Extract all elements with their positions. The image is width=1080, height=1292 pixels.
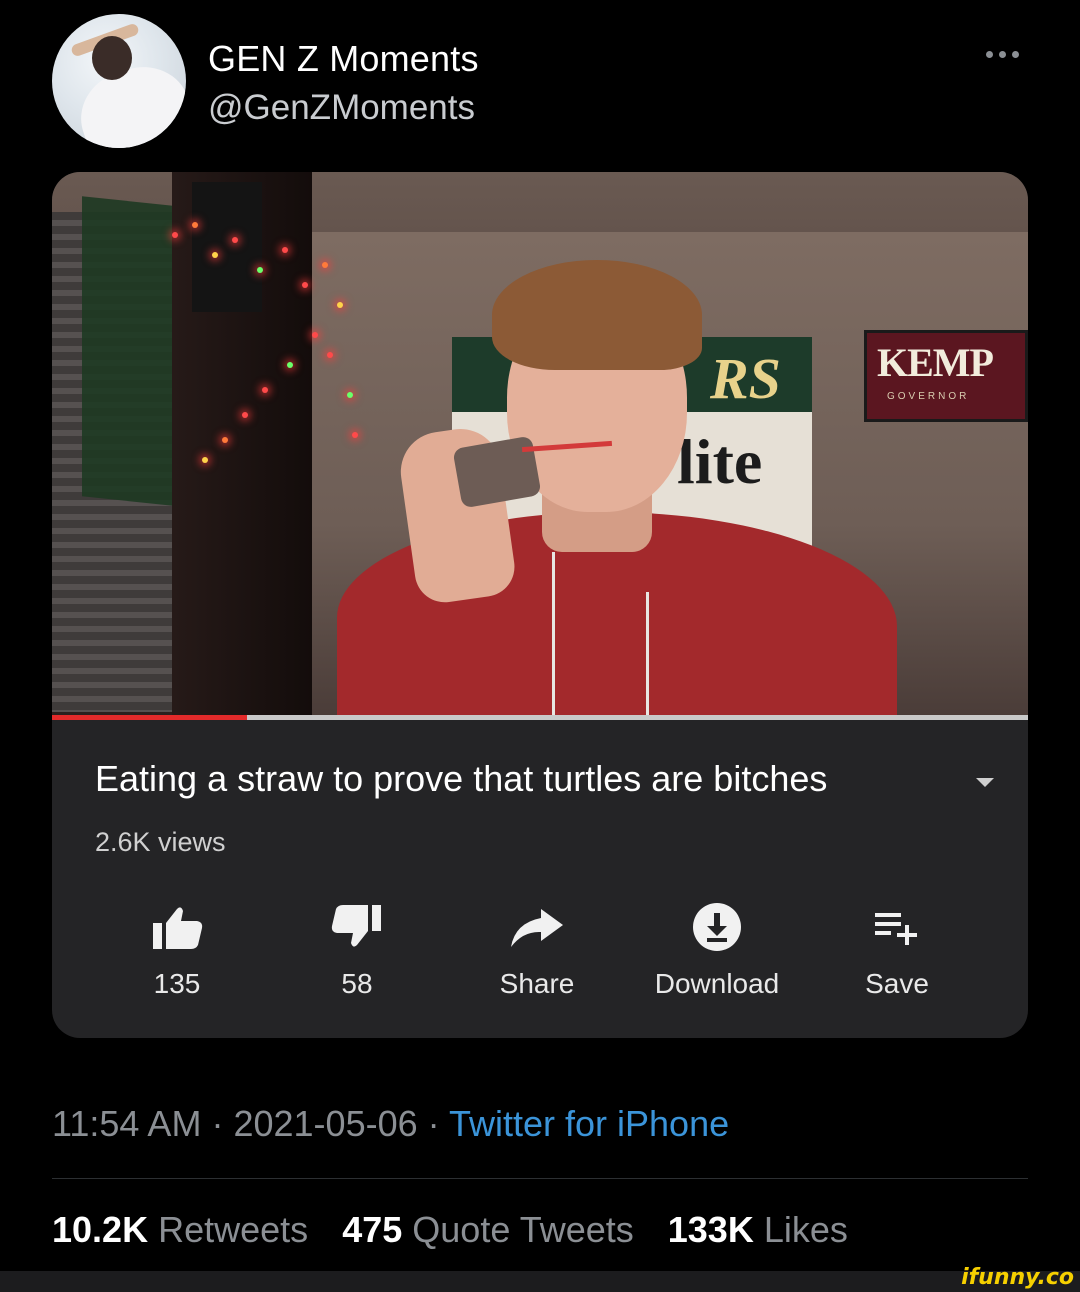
campaign-sign-name: KEMP — [877, 340, 994, 385]
like-count: 135 — [153, 968, 201, 999]
share-label: Share — [499, 968, 575, 999]
string-lights — [162, 212, 362, 472]
separator: · — [427, 1103, 440, 1144]
retweets-count: 10.2K — [52, 1209, 149, 1250]
string-light-bulb — [312, 332, 318, 338]
string-light-bulb — [232, 237, 238, 243]
string-light-bulb — [192, 222, 198, 228]
tweet-source-link[interactable]: Twitter for iPhone — [449, 1103, 729, 1144]
likes-count: 133K — [667, 1209, 754, 1250]
dislike-button[interactable]: 58 — [267, 892, 447, 1012]
ifunny-watermark: ifunny.co — [961, 1265, 1074, 1290]
avatar-figure-head — [92, 36, 132, 80]
poster-text-bottom: lite — [677, 426, 763, 497]
string-light-bulb — [337, 302, 343, 308]
string-light-bulb — [327, 352, 333, 358]
tweet-stats: 10.2K Retweets 475 Quote Tweets 133K Lik… — [52, 1209, 872, 1251]
retweets-stat[interactable]: 10.2K Retweets — [52, 1209, 308, 1250]
tweet-time[interactable]: 11:54 AM — [52, 1103, 201, 1144]
quote-tweets-count: 475 — [342, 1209, 403, 1250]
poster-text-top: RS — [710, 346, 781, 411]
video-actions: 135 58 Share Download Save — [87, 892, 987, 1012]
likes-label: Likes — [763, 1209, 848, 1250]
save-label: Save — [865, 968, 929, 999]
tweet-header: GEN Z Moments @GenZMoments — [0, 0, 1080, 165]
string-light-bulb — [172, 232, 178, 238]
download-icon — [693, 903, 741, 951]
string-light-bulb — [202, 457, 208, 463]
string-light-bulb — [262, 387, 268, 393]
share-icon — [511, 909, 563, 947]
media-card: RS lite KEMP GOVERNOR Eating a straw to … — [52, 172, 1028, 1038]
string-light-bulb — [257, 267, 263, 273]
string-light-bulb — [302, 282, 308, 288]
string-light-bulb — [287, 362, 293, 368]
string-light-bulb — [212, 252, 218, 258]
chevron-down-icon[interactable] — [974, 775, 996, 789]
more-horizontal-icon[interactable] — [982, 44, 1022, 64]
string-light-bulb — [347, 392, 353, 398]
playlist-add-icon — [875, 913, 917, 945]
download-label: Download — [654, 968, 780, 999]
avatar[interactable] — [52, 14, 186, 148]
like-button[interactable]: 135 — [87, 892, 267, 1012]
hoodie-string-right — [646, 592, 649, 718]
tweet-date[interactable]: 2021-05-06 — [233, 1103, 417, 1144]
separator: · — [211, 1103, 224, 1144]
download-button[interactable]: Download — [627, 892, 807, 1012]
share-button[interactable]: Share — [447, 892, 627, 1012]
view-count: 2.6K views — [95, 827, 226, 857]
string-light-bulb — [352, 432, 358, 438]
string-light-bulb — [242, 412, 248, 418]
save-button[interactable]: Save — [807, 892, 987, 1012]
retweets-label: Retweets — [158, 1209, 309, 1250]
string-light-bulb — [222, 437, 228, 443]
watermark-bar — [0, 1271, 1080, 1292]
string-light-bulb — [282, 247, 288, 253]
video-thumbnail[interactable]: RS lite KEMP GOVERNOR — [52, 172, 1028, 718]
display-name[interactable]: GEN Z Moments — [208, 38, 479, 80]
thumbs-down-icon — [331, 905, 381, 947]
campaign-sign-subtitle: GOVERNOR — [887, 391, 970, 402]
user-handle[interactable]: @GenZMoments — [208, 88, 475, 128]
dislike-count: 58 — [341, 968, 373, 999]
quote-tweets-label: Quote Tweets — [412, 1209, 634, 1250]
tweet-timestamp: 11:54 AM · 2021-05-06 · Twitter for iPho… — [52, 1103, 729, 1145]
video-progress-fill — [52, 715, 248, 720]
thumbs-up-icon — [153, 907, 203, 949]
hoodie-string-left — [552, 552, 555, 718]
quote-tweets-stat[interactable]: 475 Quote Tweets — [342, 1209, 634, 1250]
person-hair — [492, 260, 702, 370]
campaign-sign: KEMP GOVERNOR — [864, 330, 1028, 422]
video-progress-bar[interactable] — [52, 715, 1028, 720]
string-light-bulb — [322, 262, 328, 268]
video-title: Eating a straw to prove that turtles are… — [95, 758, 828, 799]
divider — [52, 1178, 1028, 1179]
likes-stat[interactable]: 133K Likes — [668, 1209, 848, 1250]
